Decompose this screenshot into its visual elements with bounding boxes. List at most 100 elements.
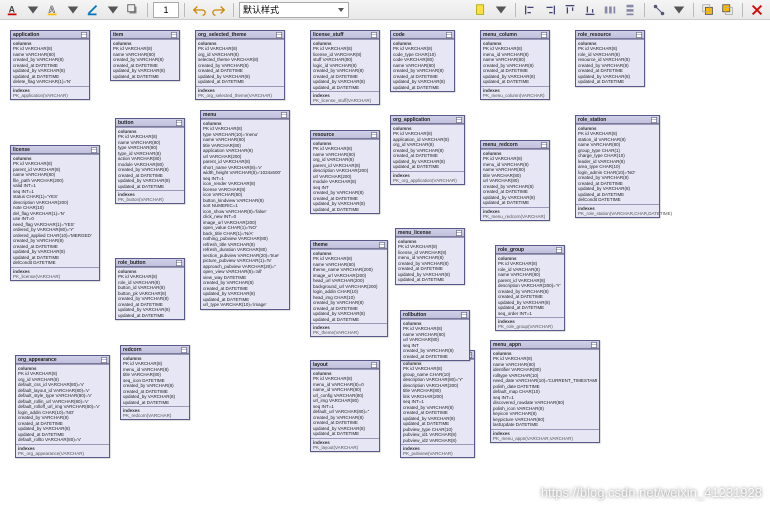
column-row: lastUpdate DATETIME: [493, 422, 597, 428]
entity-header[interactable]: item: [111, 31, 179, 39]
column-row: description VARCHAR(80)='Y': [403, 377, 472, 383]
entity-license_stuff[interactable]: license_stuffcolumnsPK id VARCHAR(8)lice…: [310, 30, 380, 105]
index-row: PK_application(VARCHAR): [13, 93, 87, 98]
align-bottom-btn[interactable]: [581, 2, 599, 18]
entity-menu[interactable]: menucolumnsPK id VARCHAR(8)type VARCHAR(…: [200, 110, 290, 310]
send-back-btn[interactable]: [719, 2, 737, 18]
entity-title: org_selected_theme: [198, 32, 246, 38]
entity-org_application[interactable]: org_applicationcolumnsPK id VARCHAR(8)ap…: [390, 115, 465, 185]
columns-section: columnsPK id VARCHAR(8)role_id VARCHAR(8…: [116, 267, 184, 319]
columns-section: columnsPK id VARCHAR(8)menu_id VARCHAR(8…: [481, 149, 549, 207]
entity-header[interactable]: role_group: [496, 246, 564, 254]
entity-code[interactable]: codecolumnsPK id VARCHAR(8)code_type CHA…: [390, 30, 455, 92]
entity-application[interactable]: applicationcolumnsPK id VARCHAR(8)name V…: [10, 30, 90, 100]
entity-header[interactable]: menu_appn: [491, 341, 599, 349]
entity-header[interactable]: button: [116, 119, 184, 127]
table-icon: [651, 117, 657, 123]
entity-header[interactable]: theme: [311, 241, 387, 249]
align-right-btn[interactable]: [541, 2, 559, 18]
entity-header[interactable]: role_button: [116, 259, 184, 267]
entity-title: menu_license: [398, 230, 431, 236]
entity-header[interactable]: menu_redcorn: [481, 141, 549, 149]
connector-btn[interactable]: [650, 2, 668, 18]
distribute-v-btn[interactable]: [621, 2, 639, 18]
index-row: PK_redcorn(VARCHAR): [123, 413, 187, 418]
entity-org_selected_theme[interactable]: org_selected_themecolumnsPK id VARCHAR(8…: [195, 30, 285, 100]
line-color-btn[interactable]: [84, 2, 102, 18]
page-spinner[interactable]: [153, 2, 179, 18]
style-combo[interactable]: 默认样式: [239, 2, 349, 18]
entity-menu_appn[interactable]: menu_appncolumnsPK id VARCHAR(8)name VAR…: [490, 340, 600, 443]
entity-org_appearance[interactable]: org_appearancecolumnsPK id VARCHAR(8)org…: [15, 355, 110, 458]
entity-role_group[interactable]: role_groupcolumnsPK id VARCHAR(8)role_id…: [495, 245, 565, 331]
table-icon: [176, 120, 182, 126]
entity-redcorn[interactable]: redcorncolumnsPK id VARCHAR(8)menu_id VA…: [120, 345, 190, 420]
entity-resource[interactable]: resourcecolumnsPK id VARCHAR(8)name VARC…: [310, 130, 380, 214]
entity-button[interactable]: buttoncolumnsPK id VARCHAR(8)name VARCHA…: [115, 118, 185, 204]
entity-header[interactable]: redcorn: [121, 346, 189, 354]
font-color-btn[interactable]: A: [4, 2, 22, 18]
entity-header[interactable]: license_stuff: [311, 31, 379, 39]
entity-header[interactable]: application: [11, 31, 89, 39]
entity-menu_column[interactable]: menu_columncolumnsPK id VARCHAR(8)menu_i…: [480, 30, 550, 100]
connector-dropdown[interactable]: [670, 2, 688, 18]
column-row: need_date VARCHAR(10)='CURRENT_TIMESTAMP…: [493, 378, 597, 384]
align-left-btn[interactable]: [521, 2, 539, 18]
columns-section: columnsPK id VARCHAR(8)type VARCHAR(10)=…: [201, 119, 289, 309]
entity-title: redcorn: [123, 347, 142, 353]
diagram-canvas[interactable]: application columnsPK id VARCHAR(8)name V…: [0, 20, 770, 506]
entity-header[interactable]: license: [11, 146, 99, 154]
column-row: updated_at DATETIME: [113, 74, 177, 80]
redo-btn[interactable]: [210, 2, 228, 18]
entity-rollbutton[interactable]: rollbuttoncolumnsPK id VARCHAR(8)name VA…: [400, 310, 470, 361]
columns-section: columnsPK id VARCHAR(8)role_id VARCHAR(8…: [576, 39, 644, 86]
entity-item[interactable]: itemcolumnsPK id VARCHAR(8)name VARCHAR(…: [110, 30, 180, 81]
entity-header[interactable]: org_appearance: [16, 356, 109, 364]
column-row: updated_at DATETIME: [483, 79, 547, 85]
column-row: updated_at DATETIME: [313, 85, 377, 91]
bg-color-btn[interactable]: A: [44, 2, 62, 18]
entity-menu_license[interactable]: menu_licensecolumnsPK id VARCHAR(8)licen…: [395, 228, 465, 285]
columns-section: columnsPK id VARCHAR(8)org_id VARCHAR(8)…: [196, 39, 284, 86]
table-icon: [556, 247, 562, 253]
columns-section: columnsPK id VARCHAR(8)name VARCHAR(80)u…: [401, 319, 469, 360]
entity-role_station[interactable]: role_stationcolumnsPK id VARCHAR(8)stati…: [575, 115, 660, 218]
entity-role_button[interactable]: role_buttoncolumnsPK id VARCHAR(8)role_i…: [115, 258, 185, 320]
table-icon: [446, 32, 452, 38]
columns-section: columnsPK id VARCHAR(8)menu_id VARCHAR(8…: [121, 354, 189, 406]
undo-btn[interactable]: [190, 2, 208, 18]
index-section: indexesPK_button(VARCHAR): [116, 190, 184, 203]
font-color-dropdown[interactable]: [24, 2, 42, 18]
entity-header[interactable]: menu: [201, 111, 289, 119]
delete-btn[interactable]: [748, 2, 766, 18]
entity-theme[interactable]: themecolumnsPK id VARCHAR(8)name VARCHAR…: [310, 240, 388, 337]
entity-header[interactable]: menu_license: [396, 229, 464, 237]
entity-menu_redcorn[interactable]: menu_redcorncolumnsPK id VARCHAR(8)menu_…: [480, 140, 550, 221]
entity-header[interactable]: org_selected_theme: [196, 31, 284, 39]
line-color-dropdown[interactable]: [104, 2, 122, 18]
distribute-h-btn[interactable]: [601, 2, 619, 18]
entity-layout[interactable]: layoutcolumnsPK id VARCHAR(8)menu_id VAR…: [310, 360, 380, 452]
index-row: PK_menu_column(VARCHAR): [483, 93, 547, 98]
index-row: PK_license_stuff(VARCHAR): [313, 98, 377, 103]
entity-pubview[interactable]: pubviewcolumnsPK id VARCHAR(8)group_name…: [400, 350, 475, 458]
bring-front-btn[interactable]: [699, 2, 717, 18]
entity-header[interactable]: code: [391, 31, 454, 39]
entity-header[interactable]: role_station: [576, 116, 659, 124]
table-icon: [276, 32, 282, 38]
entity-header[interactable]: role_resource: [576, 31, 644, 39]
bg-color-dropdown[interactable]: [64, 2, 82, 18]
highlight-dropdown[interactable]: [492, 2, 510, 18]
entity-header[interactable]: org_application: [391, 116, 464, 124]
entity-header[interactable]: resource: [311, 131, 379, 139]
entity-header[interactable]: menu_column: [481, 31, 549, 39]
entity-header[interactable]: layout: [311, 361, 379, 369]
align-top-btn[interactable]: [561, 2, 579, 18]
highlight-btn[interactable]: [472, 2, 490, 18]
table-icon: [379, 242, 385, 248]
shadow-btn[interactable]: [124, 2, 142, 18]
entity-license[interactable]: licensecolumnsPK id VARCHAR(8)parent_id …: [10, 145, 100, 281]
separator: [147, 3, 148, 17]
entity-role_resource[interactable]: role_resourcecolumnsPK id VARCHAR(8)role…: [575, 30, 645, 87]
entity-header[interactable]: rollbutton: [401, 311, 469, 319]
